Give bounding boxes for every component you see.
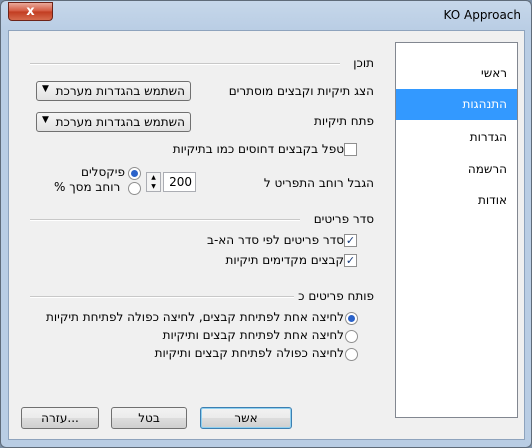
- content-section-title: תוכן: [349, 56, 374, 70]
- nav-item-behavior[interactable]: התנהגות: [396, 89, 517, 120]
- cancel-button[interactable]: בטל: [111, 407, 187, 429]
- folders-first-checkbox[interactable]: ✓: [344, 254, 357, 267]
- open-option-1-label: לחיצה אחת לפתיחת קבצים, לחיצה כפולה לפתי…: [45, 310, 344, 324]
- opener-section-title: פותח פריטים כ: [294, 289, 374, 303]
- open-folders-select[interactable]: השתמש בהגדרות מערכת ▼: [36, 112, 191, 132]
- open-option-3-radio[interactable]: [345, 348, 358, 361]
- chevron-down-icon: ▼: [42, 84, 49, 94]
- nav-item-main[interactable]: ראשי: [396, 58, 517, 89]
- folders-first-label: קבצים מקדימים תיקיות: [225, 253, 344, 267]
- close-icon: x: [26, 4, 35, 19]
- content-separator: [30, 63, 340, 65]
- open-option-2-radio[interactable]: [345, 330, 358, 343]
- window-title: KO Approach: [443, 8, 521, 22]
- open-folders-label: פתח תיקיות: [314, 114, 374, 128]
- pixels-radio[interactable]: [128, 167, 141, 180]
- compressed-as-folders-label: טפל בקבצים דחוסים כמו בתיקיות: [172, 142, 344, 156]
- open-option-3-label: לחיצה כפולה לפתיחת קבצים ותיקיות: [154, 346, 344, 360]
- compressed-as-folders-checkbox[interactable]: [344, 143, 357, 156]
- show-hidden-label: הצג תיקיות וקבצים מוסתרים: [228, 84, 374, 98]
- title-bar[interactable]: x KO Approach: [1, 1, 531, 29]
- sort-section-title: סדר פריטים: [309, 212, 374, 226]
- nav-item-registration[interactable]: הרשמה: [396, 154, 517, 185]
- close-button[interactable]: x: [8, 2, 53, 21]
- alphabetical-label: סדר פריטים לפי סדר הא-ב: [207, 233, 344, 247]
- open-option-1-radio[interactable]: [345, 312, 358, 325]
- show-hidden-select[interactable]: השתמש בהגדרות מערכת ▼: [36, 81, 191, 101]
- screen-percent-radio[interactable]: [128, 182, 141, 195]
- help-button[interactable]: עזרה...: [21, 407, 99, 429]
- screen-percent-label: % רוחב מסך: [54, 180, 121, 194]
- open-option-2-label: לחיצה אחת לפתיחת קבצים ותיקיות: [162, 328, 344, 342]
- show-hidden-value: השתמש בהגדרות מערכת: [55, 84, 185, 98]
- spin-down-icon[interactable]: ▼: [147, 182, 160, 191]
- menu-width-input[interactable]: 200: [163, 172, 196, 192]
- menu-width-spinner[interactable]: ▲ ▼: [146, 172, 161, 192]
- nav-item-settings[interactable]: הגדרות: [396, 122, 517, 153]
- dialog-window: x KO Approach ראשי התנהגות הגדרות הרשמה …: [0, 0, 532, 448]
- ok-button[interactable]: אשר: [200, 407, 292, 429]
- client-area: ראשי התנהגות הגדרות הרשמה אודות תוכן הצג…: [8, 30, 525, 440]
- open-folders-value: השתמש בהגדרות מערכת: [55, 115, 185, 129]
- opener-separator: [30, 296, 295, 298]
- alphabetical-checkbox[interactable]: ✓: [344, 234, 357, 247]
- sort-separator: [30, 219, 300, 221]
- nav-item-about[interactable]: אודות: [396, 185, 517, 216]
- settings-nav-list: ראשי התנהגות הגדרות הרשמה אודות: [395, 42, 518, 418]
- spin-up-icon[interactable]: ▲: [147, 173, 160, 182]
- pixels-label: פיקסלים: [81, 165, 125, 179]
- limit-width-label: הגבל רוחב התפריט ל: [263, 176, 374, 190]
- chevron-down-icon: ▼: [42, 115, 49, 125]
